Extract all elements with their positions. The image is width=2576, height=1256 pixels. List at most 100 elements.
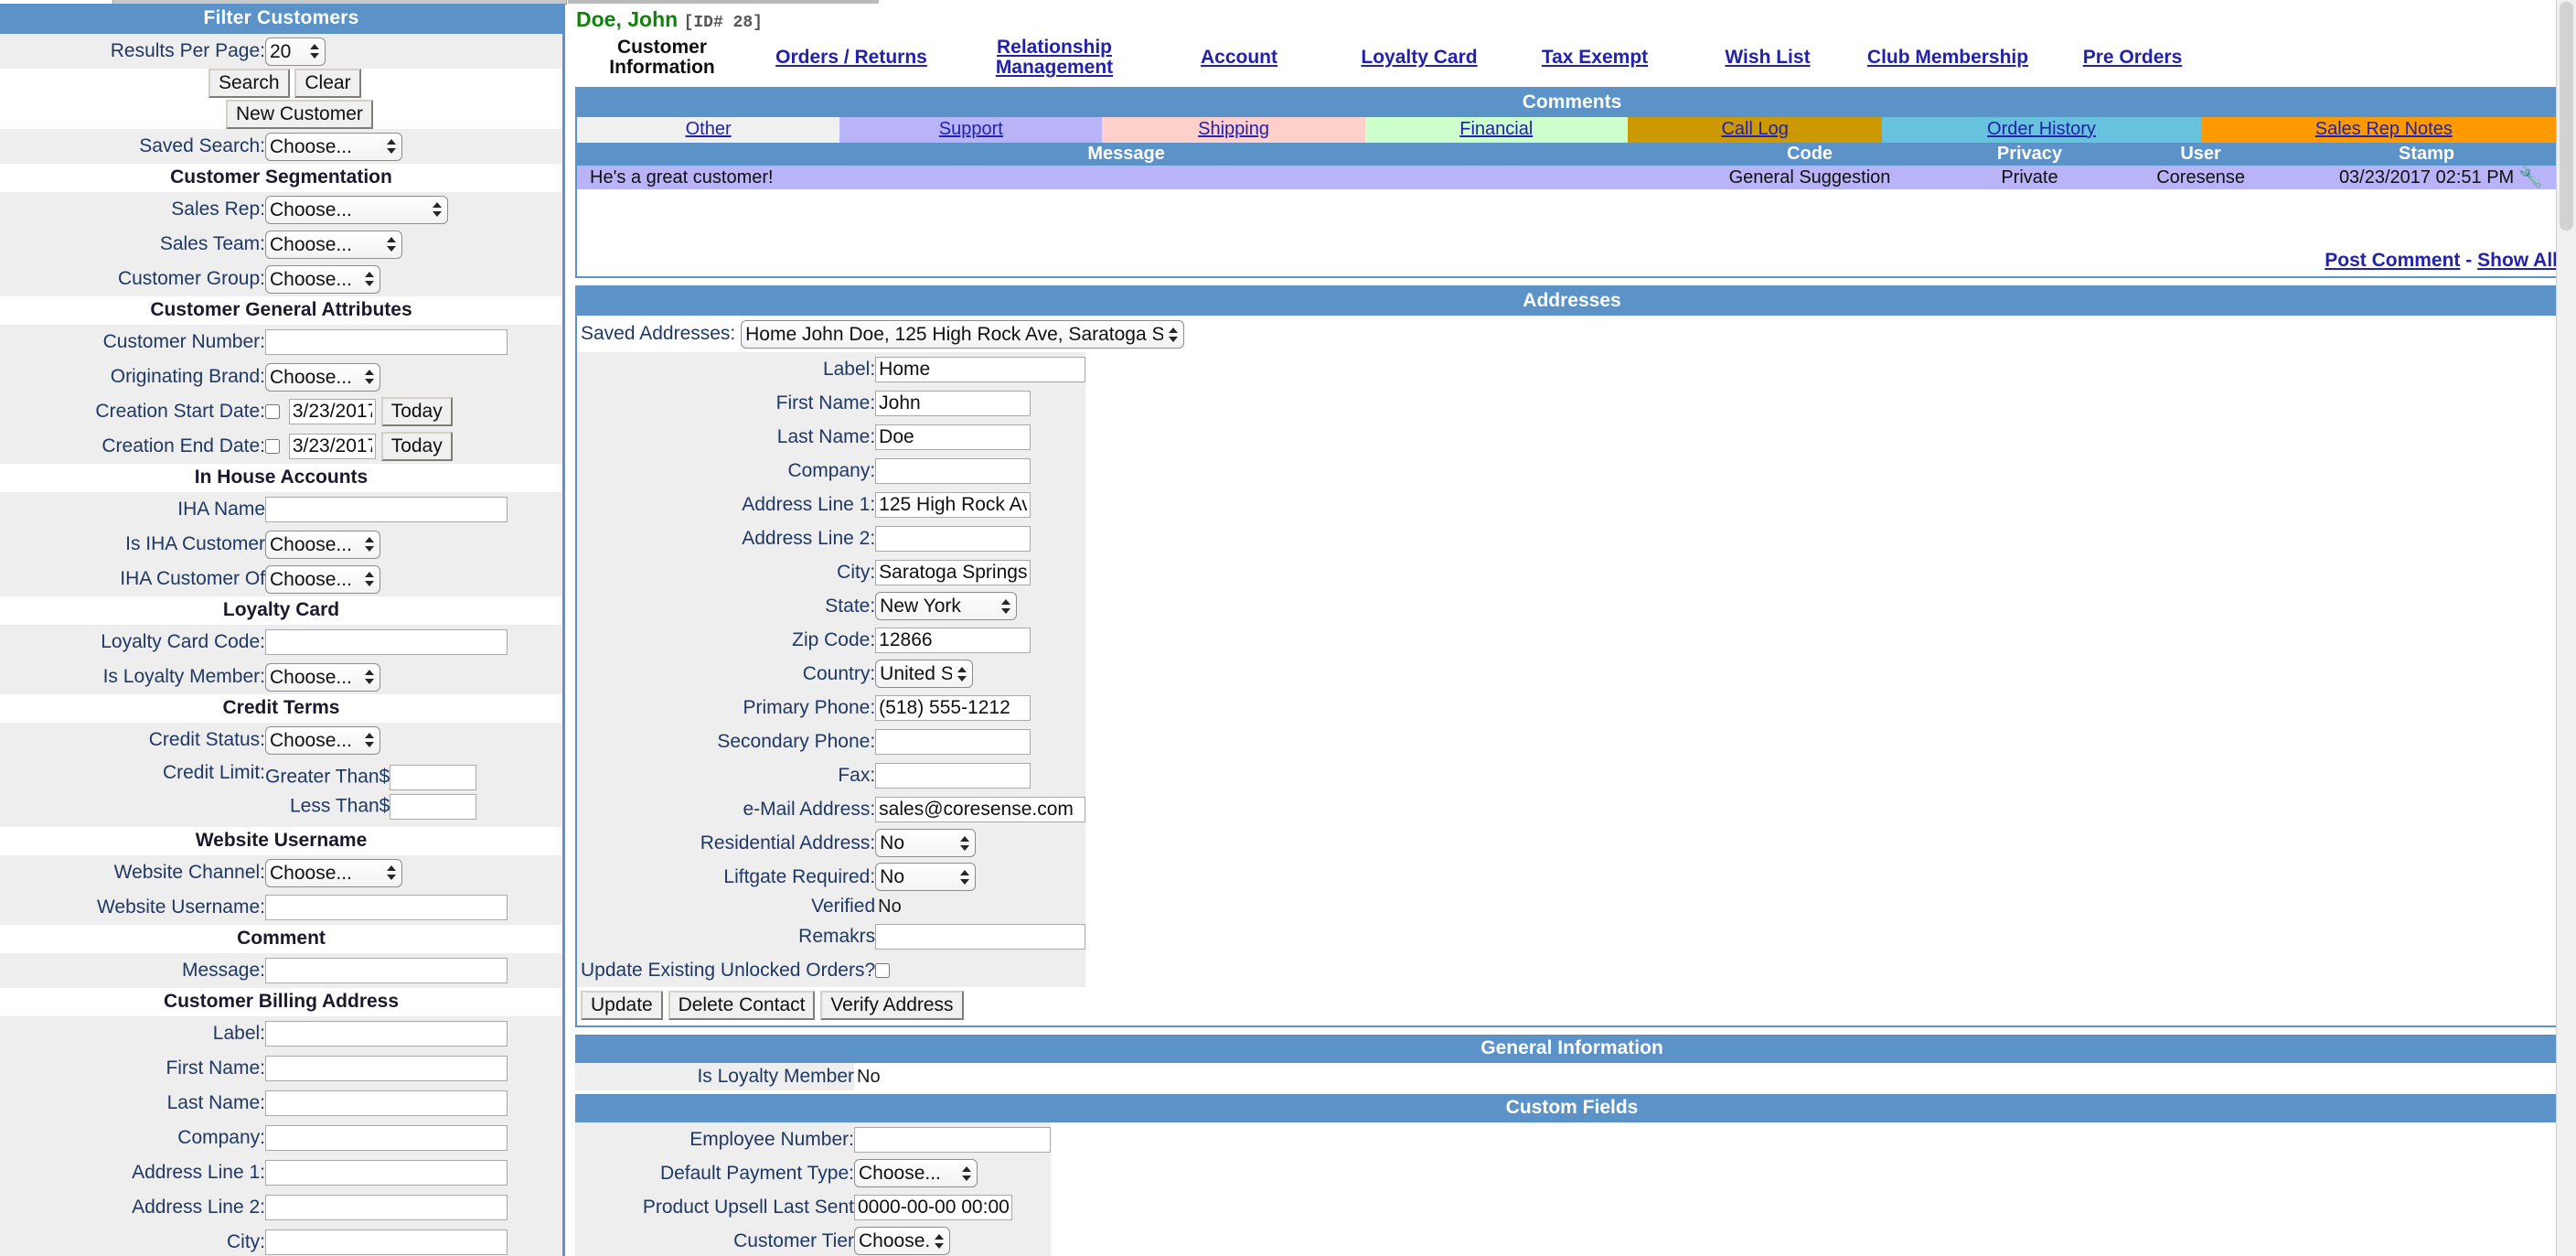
tab-account[interactable]: Account xyxy=(1175,47,1303,68)
customer-tier-selectwrap[interactable]: Choose... xyxy=(854,1227,950,1256)
comment-tab-sales-rep-notes[interactable]: Sales Rep Notes xyxy=(2200,117,2567,144)
customer-number-input[interactable] xyxy=(265,329,508,355)
addr-primary-phone-input[interactable] xyxy=(875,694,1031,721)
website-username-input[interactable] xyxy=(265,895,508,920)
comment-tab-shipping-link[interactable]: Shipping xyxy=(1198,119,1269,139)
bill-city-input[interactable] xyxy=(265,1229,508,1255)
originating-brand-selectwrap[interactable]: Choose... xyxy=(265,362,380,392)
iha-customer-of-selectwrap[interactable]: Choose... xyxy=(265,564,380,594)
creation-start-date-checkbox[interactable] xyxy=(265,404,280,420)
is-loyalty-member-selectwrap[interactable]: Choose... xyxy=(265,662,380,692)
addr-residential-select[interactable]: No xyxy=(875,829,977,858)
comment-tab-order-history-link[interactable]: Order History xyxy=(1987,119,2096,139)
addr-zip-input[interactable] xyxy=(875,627,1031,653)
results-per-page-select[interactable]: 20 xyxy=(265,37,326,66)
addr-email-input[interactable] xyxy=(875,796,1086,822)
comment-tab-order-history[interactable]: Order History xyxy=(1882,117,2201,144)
sales-rep-selectwrap[interactable]: Choose... xyxy=(265,195,448,224)
page-scrollbar[interactable] xyxy=(2556,0,2576,1256)
bill-label-input[interactable] xyxy=(265,1021,508,1047)
addr-secondary-phone-input[interactable] xyxy=(875,728,1031,755)
sales-team-select[interactable]: Choose... xyxy=(265,230,402,259)
addr-city-input[interactable] xyxy=(875,559,1031,585)
default-payment-type-selectwrap[interactable]: Choose... xyxy=(854,1159,978,1188)
tab-loyalty-card[interactable]: Loyalty Card xyxy=(1351,47,1488,68)
message-input[interactable] xyxy=(265,958,508,983)
employee-number-input[interactable] xyxy=(854,1126,1051,1153)
credit-status-select[interactable]: Choose... xyxy=(265,725,380,755)
comment-tab-financial-link[interactable]: Financial xyxy=(1459,119,1533,139)
default-payment-type-select[interactable]: Choose... xyxy=(854,1159,978,1188)
sales-team-selectwrap[interactable]: Choose... xyxy=(265,230,402,259)
credit-limit-greater-input[interactable] xyxy=(390,765,477,790)
credit-status-selectwrap[interactable]: Choose... xyxy=(265,725,380,755)
creation-end-date-input[interactable] xyxy=(288,434,376,460)
saved-addresses-selectwrap[interactable]: Home John Doe, 125 High Rock Ave, Sarato… xyxy=(741,320,1185,349)
saved-addresses-select[interactable]: Home John Doe, 125 High Rock Ave, Sarato… xyxy=(741,320,1185,349)
verify-address-button[interactable]: Verify Address xyxy=(820,991,964,1021)
addr-country-selectwrap[interactable]: United States xyxy=(875,660,974,689)
bill-address1-input[interactable] xyxy=(265,1160,508,1186)
addr-line2-input[interactable] xyxy=(875,525,1031,552)
bill-company-input[interactable] xyxy=(265,1125,508,1151)
addr-first-name-input[interactable] xyxy=(875,390,1031,416)
addr-fax-input[interactable] xyxy=(875,762,1031,789)
addr-company-input[interactable] xyxy=(875,457,1031,484)
scrollbar-thumb[interactable] xyxy=(2560,2,2573,231)
creation-start-date-input[interactable] xyxy=(288,399,376,425)
creation-end-date-checkbox[interactable] xyxy=(265,439,280,455)
tab-wish-list[interactable]: Wish List xyxy=(1704,47,1832,68)
iha-customer-of-select[interactable]: Choose... xyxy=(265,564,380,594)
tab-club-membership[interactable]: Club Membership xyxy=(1861,47,2035,68)
bill-address2-input[interactable] xyxy=(265,1195,508,1220)
update-existing-orders-checkbox[interactable] xyxy=(875,963,891,979)
tab-relationship-management[interactable]: Relationship Management xyxy=(981,37,1128,78)
credit-limit-less-input[interactable] xyxy=(390,794,477,820)
comment-tab-other-link[interactable]: Other xyxy=(686,119,732,139)
addr-liftgate-select[interactable]: No xyxy=(875,863,977,892)
addr-residential-selectwrap[interactable]: No xyxy=(875,829,977,858)
show-all-link[interactable]: Show All xyxy=(2477,250,2558,271)
customer-tier-select[interactable]: Choose... xyxy=(854,1227,950,1256)
comment-tab-financial[interactable]: Financial xyxy=(1364,117,1628,144)
tab-tax-exempt[interactable]: Tax Exempt xyxy=(1526,47,1663,68)
iha-name-input[interactable] xyxy=(265,497,508,522)
is-iha-customer-select[interactable]: Choose... xyxy=(265,530,380,559)
comment-tab-support[interactable]: Support xyxy=(839,117,1103,144)
product-upsell-last-sent-input[interactable] xyxy=(854,1194,1012,1220)
new-customer-button[interactable]: New Customer xyxy=(226,100,373,129)
is-loyalty-member-select[interactable]: Choose... xyxy=(265,662,380,692)
customer-group-selectwrap[interactable]: Choose... xyxy=(265,264,380,294)
website-channel-selectwrap[interactable]: Choose... xyxy=(265,858,402,887)
addr-remarks-input[interactable] xyxy=(875,923,1086,950)
is-iha-customer-selectwrap[interactable]: Choose... xyxy=(265,530,380,559)
tab-pre-orders[interactable]: Pre Orders xyxy=(2064,47,2201,68)
addr-label-input[interactable] xyxy=(875,356,1086,382)
addr-last-name-input[interactable] xyxy=(875,424,1031,450)
addr-state-selectwrap[interactable]: New York xyxy=(875,592,1018,621)
website-channel-select[interactable]: Choose... xyxy=(265,858,402,887)
customer-group-select[interactable]: Choose... xyxy=(265,264,380,294)
delete-contact-button[interactable]: Delete Contact xyxy=(668,991,816,1021)
sales-rep-select[interactable]: Choose... xyxy=(265,195,448,224)
originating-brand-select[interactable]: Choose... xyxy=(265,362,380,392)
wrench-icon[interactable]: 🔧 xyxy=(2518,167,2543,188)
bill-first-name-input[interactable] xyxy=(265,1056,508,1081)
comment-tab-other[interactable]: Other xyxy=(577,117,840,144)
tab-customer-information[interactable]: Customer Information xyxy=(575,37,749,78)
addr-liftgate-selectwrap[interactable]: No xyxy=(875,863,977,892)
search-button[interactable]: Search xyxy=(208,69,290,98)
comment-tab-support-link[interactable]: Support xyxy=(939,119,1003,139)
clear-button[interactable]: Clear xyxy=(294,69,361,98)
results-per-page-selectwrap[interactable]: 20 xyxy=(265,37,326,66)
creation-end-date-today-button[interactable]: Today xyxy=(380,432,453,461)
update-button[interactable]: Update xyxy=(581,991,663,1021)
creation-start-date-today-button[interactable]: Today xyxy=(380,397,453,426)
comment-tab-sales-rep-notes-link[interactable]: Sales Rep Notes xyxy=(2315,119,2453,139)
addr-line1-input[interactable] xyxy=(875,491,1031,518)
post-comment-link[interactable]: Post Comment xyxy=(2325,250,2460,271)
addr-state-select[interactable]: New York xyxy=(875,592,1018,621)
comment-tab-call-log[interactable]: Call Log xyxy=(1627,117,1883,144)
addr-country-select[interactable]: United States xyxy=(875,660,974,689)
saved-search-select[interactable]: Choose... xyxy=(265,132,402,161)
